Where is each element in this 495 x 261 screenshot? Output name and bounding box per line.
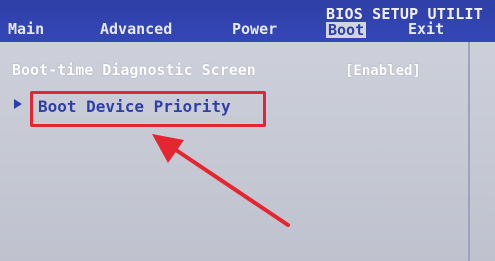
annotation-layer bbox=[152, 134, 290, 227]
pointer-arrow-shaft bbox=[168, 144, 290, 227]
bios-screen: BIOS SETUP UTILIT Main Advanced Power Bo… bbox=[0, 0, 495, 261]
pointer-arrow-head-icon bbox=[152, 134, 184, 163]
